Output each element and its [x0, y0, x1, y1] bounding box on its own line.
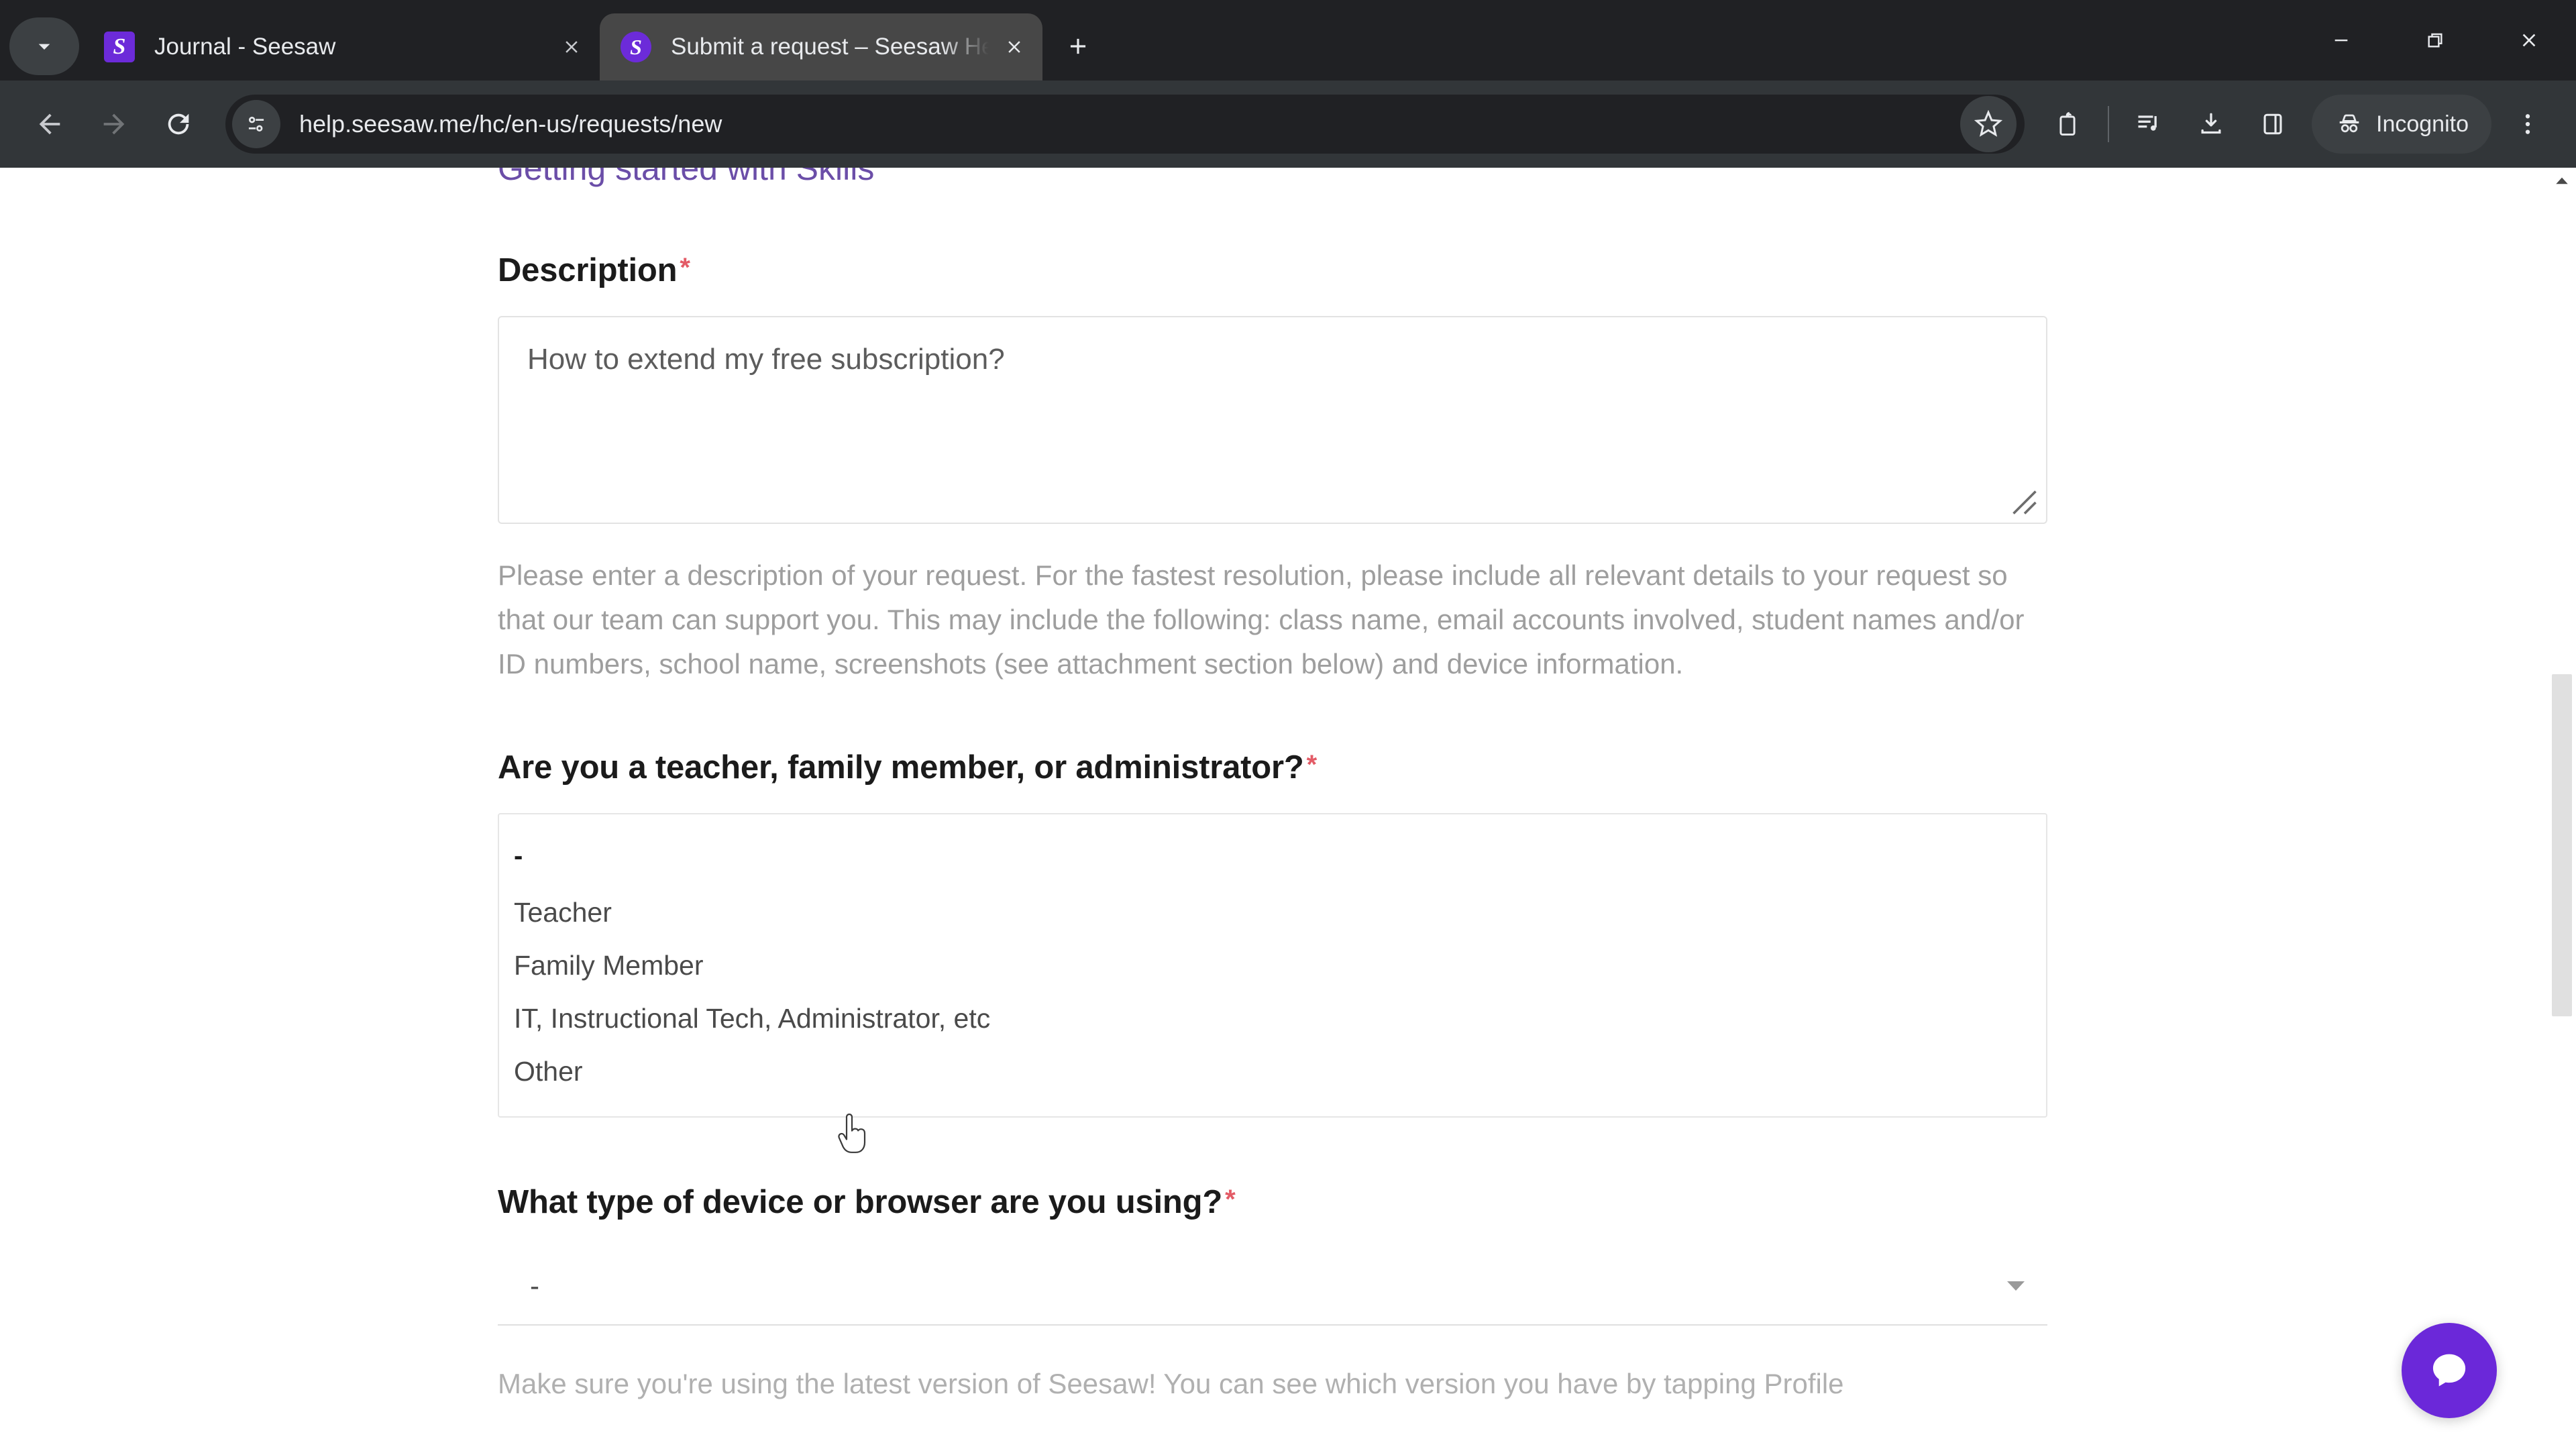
tune-icon [248, 116, 264, 132]
tab-close-button[interactable] [553, 28, 590, 66]
side-panel-button[interactable] [2242, 93, 2304, 155]
getting-started-link[interactable]: Getting started with Skills [498, 168, 2482, 190]
resize-handle-icon[interactable] [2010, 488, 2039, 517]
restore-icon [2428, 33, 2443, 48]
incognito-indicator[interactable]: Incognito [2312, 95, 2491, 154]
incognito-label: Incognito [2376, 111, 2469, 137]
browser-toolbar: help.seesaw.me/hc/en-us/requests/new Inc… [0, 80, 2576, 168]
description-label: Description * [498, 252, 2482, 289]
new-tab-button[interactable] [1055, 23, 1102, 70]
scrollbar-thumb[interactable] [2552, 674, 2572, 1016]
bookmark-button[interactable] [1960, 96, 2017, 152]
tab-strip: S Journal - Seesaw S Submit a request – … [0, 0, 2576, 80]
extensions-button[interactable] [2037, 93, 2098, 155]
reload-button[interactable] [146, 92, 211, 156]
description-textarea[interactable]: How to extend my free subscription? [498, 315, 2047, 524]
seesaw-favicon: S [620, 31, 652, 63]
page-scrollbar[interactable] [2548, 168, 2576, 1449]
close-icon [566, 41, 578, 53]
close-icon [1008, 41, 1020, 53]
back-arrow-icon [39, 113, 60, 135]
close-window-button[interactable] [2482, 0, 2576, 80]
maximize-button[interactable] [2388, 0, 2482, 80]
plus-icon [1070, 38, 1086, 54]
listbox-option-it-admin[interactable]: IT, Instructional Tech, Administrator, e… [499, 992, 2046, 1045]
browser-window: S Journal - Seesaw S Submit a request – … [0, 0, 2576, 1449]
role-question-label-text: Are you a teacher, family member, or adm… [498, 749, 1304, 786]
device-question-label-text: What type of device or browser are you u… [498, 1184, 1223, 1221]
chevron-up-icon [2556, 177, 2568, 184]
incognito-icon [2339, 114, 2359, 133]
three-dot-menu-icon [2525, 114, 2530, 134]
device-question-label: What type of device or browser are you u… [498, 1183, 2482, 1221]
tab-close-button[interactable] [996, 28, 1033, 66]
listbox-option-other[interactable]: Other [499, 1045, 2046, 1098]
listbox-option-family-member[interactable]: Family Member [499, 939, 2046, 992]
minimize-button[interactable] [2294, 0, 2388, 80]
required-asterisk: * [1306, 749, 1318, 780]
address-bar[interactable]: help.seesaw.me/hc/en-us/requests/new [225, 95, 2025, 154]
downloads-button[interactable] [2180, 93, 2242, 155]
tab-title: Submit a request – Seesaw Help Center [671, 34, 989, 60]
device-select[interactable]: - [498, 1248, 2047, 1326]
forward-button[interactable] [82, 92, 146, 156]
side-panel-icon [2263, 113, 2282, 135]
tab-journal-seesaw[interactable]: S Journal - Seesaw [83, 13, 600, 80]
page-viewport: Getting started with Skills Description *… [0, 168, 2576, 1449]
listbox-option-placeholder[interactable]: - [499, 830, 2046, 887]
toolbar-divider [2108, 106, 2109, 142]
chat-bubble-icon [2432, 1354, 2466, 1387]
description-help-text: Please enter a description of your reque… [498, 559, 2025, 680]
url-text: help.seesaw.me/hc/en-us/requests/new [299, 110, 722, 138]
reload-icon [168, 113, 189, 135]
description-label-text: Description [498, 252, 678, 288]
minimize-icon [2334, 39, 2348, 42]
forward-arrow-icon [103, 113, 125, 135]
extensions-puzzle-icon [2059, 112, 2076, 136]
role-listbox[interactable]: - Teacher Family Member IT, Instructiona… [498, 812, 2047, 1118]
scrollbar-up-arrow[interactable] [2548, 168, 2576, 193]
required-asterisk: * [1225, 1185, 1236, 1215]
download-icon [2201, 113, 2221, 134]
window-controls [2294, 0, 2576, 80]
listbox-option-teacher[interactable]: Teacher [499, 886, 2046, 939]
required-asterisk: * [680, 252, 690, 282]
chevron-down-icon [2007, 1281, 2025, 1291]
seesaw-favicon: S [103, 31, 136, 63]
support-request-form: Getting started with Skills Description *… [0, 168, 2549, 1407]
chat-support-button[interactable] [2402, 1323, 2497, 1418]
device-help-text: Make sure you're using the latest versio… [498, 1368, 1844, 1400]
device-select-value: - [530, 1270, 539, 1302]
media-playlist-icon [2138, 115, 2157, 131]
omnibox-actions [1960, 96, 2025, 152]
tab-search-button[interactable] [9, 17, 79, 75]
chevron-down-icon [38, 44, 50, 50]
description-value: How to extend my free subscription? [527, 342, 1005, 376]
tab-title: Journal - Seesaw [154, 34, 336, 60]
media-control-button[interactable] [2118, 93, 2180, 155]
star-icon [1974, 110, 2002, 137]
close-icon [2522, 34, 2536, 47]
browser-menu-button[interactable] [2497, 93, 2559, 155]
site-settings-icon[interactable] [232, 100, 280, 148]
role-question-label: Are you a teacher, family member, or adm… [498, 749, 2482, 786]
back-button[interactable] [17, 92, 82, 156]
tab-submit-a-request[interactable]: S Submit a request – Seesaw Help Center [600, 13, 1042, 80]
